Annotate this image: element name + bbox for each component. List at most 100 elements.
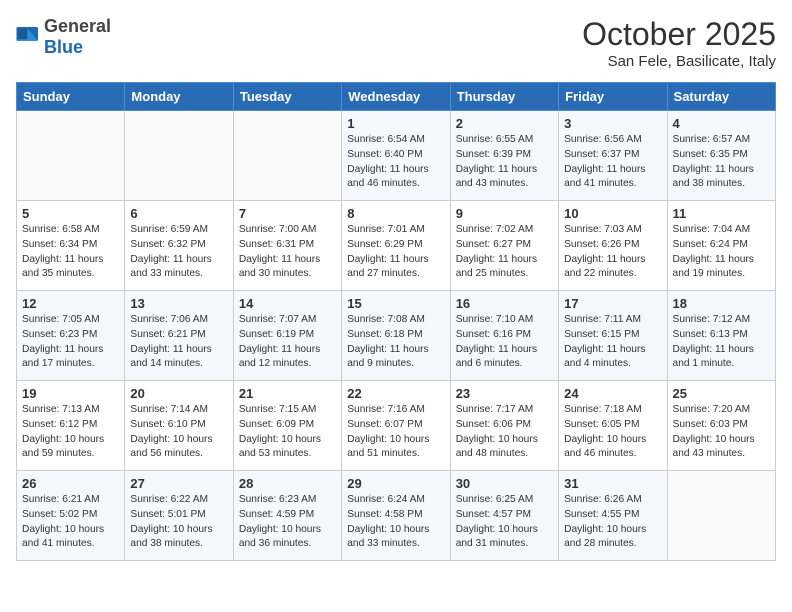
- cell-content: Sunrise: 7:18 AMSunset: 6:05 PMDaylight:…: [564, 403, 661, 462]
- day-number: 15: [347, 296, 444, 311]
- calendar-cell: 3Sunrise: 6:56 AMSunset: 6:37 PMDaylight…: [559, 111, 667, 201]
- cell-content: Sunrise: 7:16 AMSunset: 6:07 PMDaylight:…: [347, 403, 444, 462]
- calendar-cell: 12Sunrise: 7:05 AMSunset: 6:23 PMDayligh…: [17, 291, 125, 381]
- day-number: 31: [564, 476, 661, 491]
- day-number: 22: [347, 386, 444, 401]
- day-number: 26: [22, 476, 119, 491]
- calendar-cell: [125, 111, 233, 201]
- calendar-cell: [17, 111, 125, 201]
- day-number: 19: [22, 386, 119, 401]
- calendar-cell: 10Sunrise: 7:03 AMSunset: 6:26 PMDayligh…: [559, 201, 667, 291]
- day-number: 1: [347, 116, 444, 131]
- cell-content: Sunrise: 7:07 AMSunset: 6:19 PMDaylight:…: [239, 313, 336, 372]
- calendar-cell: 9 Sunrise: 7:02 AMSunset: 6:27 PMDaylight…: [450, 201, 558, 291]
- calendar-cell: 23 Sunrise: 7:17 AMSunset: 6:06 PMDayligh…: [450, 381, 558, 471]
- day-number: 8: [347, 206, 444, 221]
- cell-content: Sunrise: 6:26 AMSunset: 4:55 PMDaylight:…: [564, 493, 661, 552]
- cell-content: Sunrise: 7:17 AMSunset: 6:06 PMDaylight:…: [456, 403, 553, 462]
- calendar-cell: 11 Sunrise: 7:04 AMSunset: 6:24 PMDayligh…: [667, 201, 775, 291]
- calendar-cell: 1 Sunrise: 6:54 AMSunset: 6:40 PMDaylight…: [342, 111, 450, 201]
- cell-content: Sunrise: 6:58 AMSunset: 6:34 PMDaylight:…: [22, 223, 119, 282]
- day-number: 16: [456, 296, 553, 311]
- calendar-cell: 22 Sunrise: 7:16 AMSunset: 6:07 PMDayligh…: [342, 381, 450, 471]
- calendar-cell: 4Sunrise: 6:57 AMSunset: 6:35 PMDaylight…: [667, 111, 775, 201]
- day-number: 28: [239, 476, 336, 491]
- day-number: 14: [239, 296, 336, 311]
- calendar-cell: 27 Sunrise: 6:22 AMSunset: 5:01 PMDayligh…: [125, 471, 233, 561]
- calendar-cell: [667, 471, 775, 561]
- cell-content: Sunrise: 7:02 AMSunset: 6:27 PMDaylight:…: [456, 223, 553, 282]
- calendar-cell: 18 Sunrise: 7:12 AMSunset: 6:13 PMDayligh…: [667, 291, 775, 381]
- calendar-cell: 26 Sunrise: 6:21 AMSunset: 5:02 PMDayligh…: [17, 471, 125, 561]
- cell-content: Sunrise: 6:59 AMSunset: 6:32 PMDaylight:…: [130, 223, 227, 282]
- calendar-cell: 8 Sunrise: 7:01 AMSunset: 6:29 PMDaylight…: [342, 201, 450, 291]
- logo-icon: [16, 27, 40, 47]
- day-number: 21: [239, 386, 336, 401]
- weekday-header: Thursday: [450, 83, 558, 111]
- calendar-week-row: 1 Sunrise: 6:54 AMSunset: 6:40 PMDaylight…: [17, 111, 776, 201]
- day-number: 11: [673, 206, 770, 221]
- weekday-header-row: SundayMondayTuesdayWednesdayThursdayFrid…: [17, 83, 776, 111]
- cell-content: Sunrise: 6:54 AMSunset: 6:40 PMDaylight:…: [347, 133, 444, 192]
- cell-content: Sunrise: 7:20 AMSunset: 6:03 PMDaylight:…: [673, 403, 770, 462]
- cell-content: Sunrise: 6:57 AMSunset: 6:35 PMDaylight:…: [673, 133, 770, 192]
- cell-content: Sunrise: 7:14 AMSunset: 6:10 PMDaylight:…: [130, 403, 227, 462]
- cell-content: Sunrise: 6:25 AMSunset: 4:57 PMDaylight:…: [456, 493, 553, 552]
- calendar-cell: 21Sunrise: 7:15 AMSunset: 6:09 PMDayligh…: [233, 381, 341, 471]
- calendar-cell: 17 Sunrise: 7:11 AMSunset: 6:15 PMDayligh…: [559, 291, 667, 381]
- day-number: 2: [456, 116, 553, 131]
- cell-content: Sunrise: 7:00 AMSunset: 6:31 PMDaylight:…: [239, 223, 336, 282]
- day-number: 24: [564, 386, 661, 401]
- day-number: 18: [673, 296, 770, 311]
- calendar-cell: 30 Sunrise: 6:25 AMSunset: 4:57 PMDayligh…: [450, 471, 558, 561]
- day-number: 27: [130, 476, 227, 491]
- calendar-header: SundayMondayTuesdayWednesdayThursdayFrid…: [17, 83, 776, 111]
- cell-content: Sunrise: 6:21 AMSunset: 5:02 PMDaylight:…: [22, 493, 119, 552]
- cell-content: Sunrise: 7:03 AMSunset: 6:26 PMDaylight:…: [564, 223, 661, 282]
- calendar-week-row: 5 Sunrise: 6:58 AMSunset: 6:34 PMDaylight…: [17, 201, 776, 291]
- calendar-table: SundayMondayTuesdayWednesdayThursdayFrid…: [16, 82, 776, 561]
- day-number: 13: [130, 296, 227, 311]
- cell-content: Sunrise: 7:10 AMSunset: 6:16 PMDaylight:…: [456, 313, 553, 372]
- cell-content: Sunrise: 6:55 AMSunset: 6:39 PMDaylight:…: [456, 133, 553, 192]
- cell-content: Sunrise: 7:11 AMSunset: 6:15 PMDaylight:…: [564, 313, 661, 372]
- calendar-cell: 16 Sunrise: 7:10 AMSunset: 6:16 PMDayligh…: [450, 291, 558, 381]
- day-number: 30: [456, 476, 553, 491]
- day-number: 5: [22, 206, 119, 221]
- calendar-week-row: 26 Sunrise: 6:21 AMSunset: 5:02 PMDayligh…: [17, 471, 776, 561]
- cell-content: Sunrise: 6:22 AMSunset: 5:01 PMDaylight:…: [130, 493, 227, 552]
- calendar-subtitle: San Fele, Basilicate, Italy: [582, 53, 776, 70]
- cell-content: Sunrise: 6:23 AMSunset: 4:59 PMDaylight:…: [239, 493, 336, 552]
- day-number: 7: [239, 206, 336, 221]
- cell-content: Sunrise: 7:12 AMSunset: 6:13 PMDaylight:…: [673, 313, 770, 372]
- weekday-header: Sunday: [17, 83, 125, 111]
- calendar-cell: 31 Sunrise: 6:26 AMSunset: 4:55 PMDayligh…: [559, 471, 667, 561]
- calendar-cell: 25Sunrise: 7:20 AMSunset: 6:03 PMDayligh…: [667, 381, 775, 471]
- calendar-cell: 5 Sunrise: 6:58 AMSunset: 6:34 PMDaylight…: [17, 201, 125, 291]
- calendar-cell: 29Sunrise: 6:24 AMSunset: 4:58 PMDayligh…: [342, 471, 450, 561]
- cell-content: Sunrise: 7:01 AMSunset: 6:29 PMDaylight:…: [347, 223, 444, 282]
- cell-content: Sunrise: 6:24 AMSunset: 4:58 PMDaylight:…: [347, 493, 444, 552]
- day-number: 23: [456, 386, 553, 401]
- calendar-cell: [233, 111, 341, 201]
- day-number: 12: [22, 296, 119, 311]
- calendar-cell: 24 Sunrise: 7:18 AMSunset: 6:05 PMDayligh…: [559, 381, 667, 471]
- calendar-week-row: 19 Sunrise: 7:13 AMSunset: 6:12 PMDayligh…: [17, 381, 776, 471]
- cell-content: Sunrise: 7:04 AMSunset: 6:24 PMDaylight:…: [673, 223, 770, 282]
- calendar-title: October 2025: [582, 16, 776, 53]
- day-number: 20: [130, 386, 227, 401]
- day-number: 9: [456, 206, 553, 221]
- page-header: General Blue October 2025 San Fele, Basi…: [16, 16, 776, 70]
- logo: General Blue: [16, 16, 111, 58]
- calendar-week-row: 12Sunrise: 7:05 AMSunset: 6:23 PMDayligh…: [17, 291, 776, 381]
- cell-content: Sunrise: 7:13 AMSunset: 6:12 PMDaylight:…: [22, 403, 119, 462]
- calendar-cell: 13Sunrise: 7:06 AMSunset: 6:21 PMDayligh…: [125, 291, 233, 381]
- calendar-cell: 20 Sunrise: 7:14 AMSunset: 6:10 PMDayligh…: [125, 381, 233, 471]
- weekday-header: Saturday: [667, 83, 775, 111]
- title-block: October 2025 San Fele, Basilicate, Italy: [582, 16, 776, 70]
- weekday-header: Tuesday: [233, 83, 341, 111]
- day-number: 17: [564, 296, 661, 311]
- calendar-body: 1 Sunrise: 6:54 AMSunset: 6:40 PMDaylight…: [17, 111, 776, 561]
- day-number: 6: [130, 206, 227, 221]
- calendar-cell: 15Sunrise: 7:08 AMSunset: 6:18 PMDayligh…: [342, 291, 450, 381]
